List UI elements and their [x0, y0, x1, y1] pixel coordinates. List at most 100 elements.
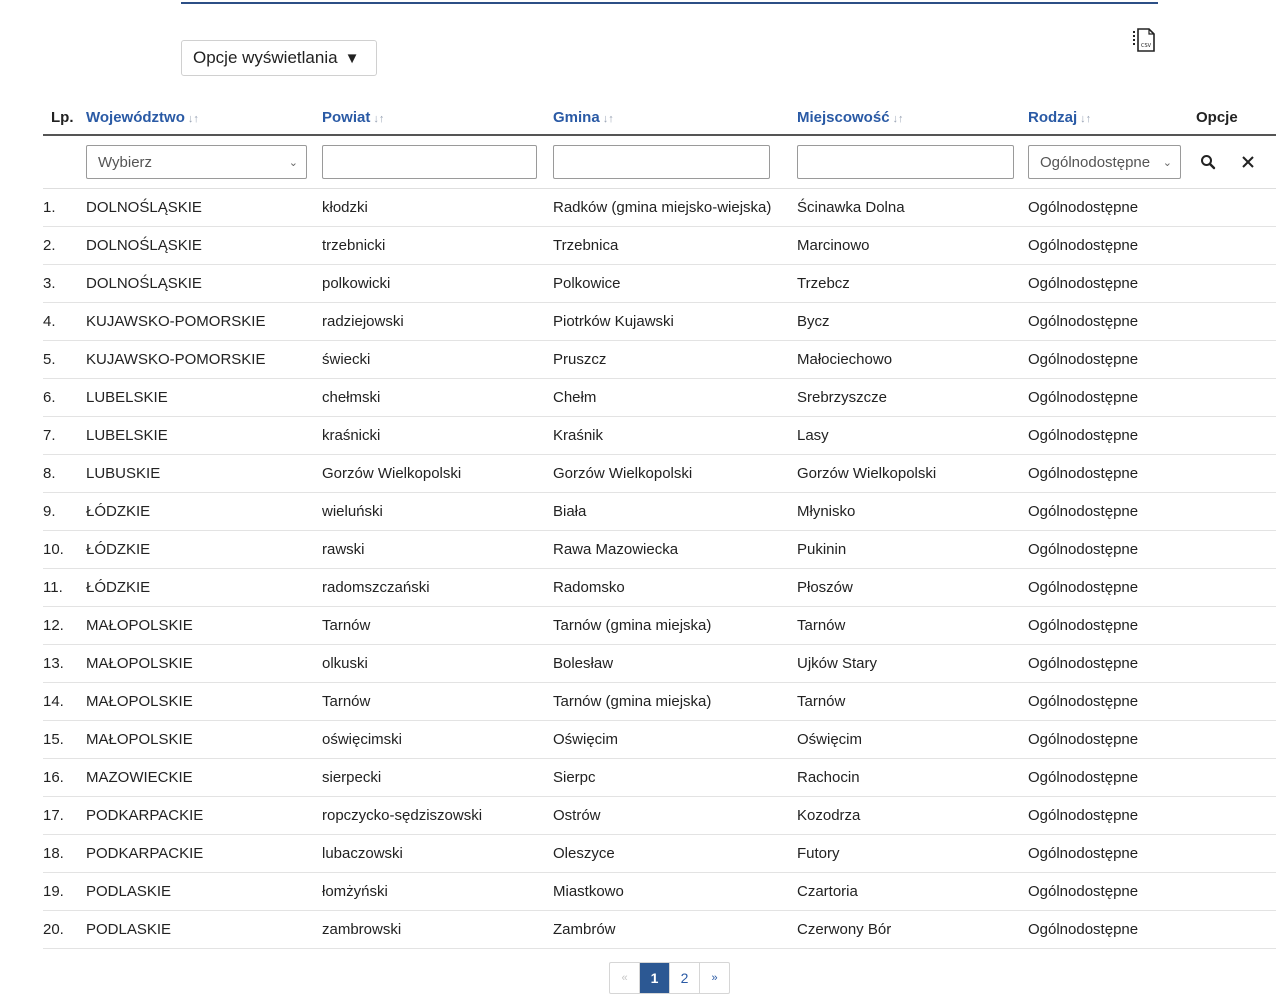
cell-lp: 6. [43, 378, 86, 417]
cell-gmina: Radomsko [553, 568, 797, 607]
wojewodztwo-filter-select[interactable]: Wybierz ⌄ [86, 145, 307, 179]
table-row: 18. PODKARPACKIE lubaczowski Oleszyce Futory… [43, 834, 1276, 873]
cell-gmina: Pruszcz [553, 340, 797, 379]
pagination-page-1[interactable]: 1 [640, 963, 670, 993]
column-header-label: Rodzaj [1028, 108, 1078, 126]
cell-gmina: Miastkowo [553, 872, 797, 911]
cell-opcje [1196, 644, 1276, 683]
cell-miejscowosc: Srebrzyszcze [797, 378, 1028, 417]
cell-powiat: oświęcimski [322, 720, 553, 759]
cell-rodzaj: Ogólnodostępne [1028, 226, 1196, 265]
display-options-button[interactable]: Opcje wyświetlania ▼ [181, 40, 377, 76]
table-row: 15. MAŁOPOLSKIE oświęcimski Oświęcim Oświęci… [43, 720, 1276, 759]
table-row: 7. LUBELSKIE kraśnicki Kraśnik Lasy Ogólnodos… [43, 416, 1276, 455]
cell-powiat: kłodzki [322, 188, 553, 227]
chevron-down-icon: ⌄ [288, 156, 298, 169]
cell-lp: 19. [43, 872, 86, 911]
cell-gmina: Ostrów [553, 796, 797, 835]
table-row: 13. MAŁOPOLSKIE olkuski Bolesław Ujków Stary… [43, 644, 1276, 683]
gmina-filter-input[interactable] [553, 145, 770, 179]
svg-text:CSV: CSV [1141, 43, 1152, 49]
pagination-next-button[interactable]: » [700, 963, 729, 993]
table-row: 6. LUBELSKIE chełmski Chełm Srebrzyszcze Ogól… [43, 378, 1276, 417]
cell-rodzaj: Ogólnodostępne [1028, 682, 1196, 721]
wojewodztwo-filter-value: Wybierz [98, 153, 153, 171]
table-row: 8. LUBUSKIE Gorzów Wielkopolski Gorzów Wiel… [43, 454, 1276, 493]
cell-lp: 9. [43, 492, 86, 531]
clear-filters-button[interactable] [1236, 150, 1260, 174]
column-header-miejscowosc[interactable]: Miejscowość ↓↑ [797, 100, 1028, 136]
cell-miejscowosc: Marcinowo [797, 226, 1028, 265]
cell-gmina: Chełm [553, 378, 797, 417]
table-row: 2. DOLNOŚLĄSKIE trzebnicki Trzebnica Marcino… [43, 226, 1276, 265]
cell-opcje [1196, 530, 1276, 569]
results-table: Lp. Województwo ↓↑ Powiat ↓↑ Gmina ↓↑ Miejs… [43, 100, 1276, 949]
cell-rodzaj: Ogólnodostępne [1028, 530, 1196, 569]
column-header-wojewodztwo[interactable]: Województwo ↓↑ [86, 100, 322, 136]
cell-rodzaj: Ogólnodostępne [1028, 606, 1196, 645]
column-header-gmina[interactable]: Gmina ↓↑ [553, 100, 797, 136]
cell-gmina: Piotrków Kujawski [553, 302, 797, 341]
cell-rodzaj: Ogólnodostępne [1028, 264, 1196, 303]
cell-wojewodztwo: LUBELSKIE [86, 416, 322, 455]
cell-rodzaj: Ogólnodostępne [1028, 454, 1196, 493]
column-header-opcje: Opcje [1196, 100, 1276, 136]
cell-wojewodztwo: DOLNOŚLĄSKIE [86, 226, 322, 265]
cell-opcje [1196, 682, 1276, 721]
cell-miejscowosc: Czartoria [797, 872, 1028, 911]
cell-rodzaj: Ogólnodostępne [1028, 758, 1196, 797]
cell-wojewodztwo: ŁÓDZKIE [86, 568, 322, 607]
cell-powiat: ropczycko-sędziszowski [322, 796, 553, 835]
cell-wojewodztwo: PODKARPACKIE [86, 796, 322, 835]
cell-opcje [1196, 264, 1276, 303]
cell-gmina: Polkowice [553, 264, 797, 303]
cell-lp: 8. [43, 454, 86, 493]
rodzaj-filter-select[interactable]: Ogólnodostępne ⌄ [1028, 145, 1181, 179]
table-row: 14. MAŁOPOLSKIE Tarnów Tarnów (gmina miejsk… [43, 682, 1276, 721]
cell-wojewodztwo: PODLASKIE [86, 872, 322, 911]
cell-lp: 11. [43, 568, 86, 607]
cell-opcje [1196, 872, 1276, 911]
sort-icon: ↓↑ [892, 112, 904, 125]
column-header-rodzaj[interactable]: Rodzaj ↓↑ [1028, 100, 1196, 136]
cell-powiat: sierpecki [322, 758, 553, 797]
close-icon [1242, 156, 1254, 168]
sort-icon: ↓↑ [602, 112, 614, 125]
cell-wojewodztwo: DOLNOŚLĄSKIE [86, 264, 322, 303]
cell-miejscowosc: Rachocin [797, 758, 1028, 797]
cell-miejscowosc: Ścinawka Dolna [797, 188, 1028, 227]
cell-wojewodztwo: MAŁOPOLSKIE [86, 644, 322, 683]
cell-rodzaj: Ogólnodostępne [1028, 834, 1196, 873]
caret-down-icon: ▼ [344, 49, 360, 67]
cell-opcje [1196, 340, 1276, 379]
cell-powiat: wieluński [322, 492, 553, 531]
cell-powiat: świecki [322, 340, 553, 379]
pagination-page-2[interactable]: 2 [670, 963, 700, 993]
cell-miejscowosc: Bycz [797, 302, 1028, 341]
cell-opcje [1196, 416, 1276, 455]
cell-miejscowosc: Oświęcim [797, 720, 1028, 759]
csv-export-icon[interactable]: CSV [1130, 26, 1160, 54]
miejscowosc-filter-input[interactable] [797, 145, 1014, 179]
table-row: 9. ŁÓDZKIE wieluński Biała Młynisko Ogólnodos… [43, 492, 1276, 531]
table-row: 10. ŁÓDZKIE rawski Rawa Mazowiecka Pukinin Og… [43, 530, 1276, 569]
powiat-filter-input[interactable] [322, 145, 537, 179]
column-header-powiat[interactable]: Powiat ↓↑ [322, 100, 553, 136]
cell-miejscowosc: Trzebcz [797, 264, 1028, 303]
column-header-label: Gmina [553, 108, 600, 126]
cell-lp: 10. [43, 530, 86, 569]
cell-wojewodztwo: DOLNOŚLĄSKIE [86, 188, 322, 227]
table-row: 16. MAZOWIECKIE sierpecki Sierpc Rachocin Ogó… [43, 758, 1276, 797]
cell-lp: 4. [43, 302, 86, 341]
cell-opcje [1196, 492, 1276, 531]
cell-opcje [1196, 302, 1276, 341]
cell-gmina: Gorzów Wielkopolski [553, 454, 797, 493]
cell-miejscowosc: Futory [797, 834, 1028, 873]
cell-wojewodztwo: KUJAWSKO-POMORSKIE [86, 302, 322, 341]
cell-miejscowosc: Tarnów [797, 682, 1028, 721]
cell-miejscowosc: Gorzów Wielkopolski [797, 454, 1028, 493]
cell-lp: 3. [43, 264, 86, 303]
cell-wojewodztwo: PODLASKIE [86, 910, 322, 949]
search-button[interactable] [1196, 150, 1220, 174]
column-header-lp: Lp. [43, 100, 86, 136]
